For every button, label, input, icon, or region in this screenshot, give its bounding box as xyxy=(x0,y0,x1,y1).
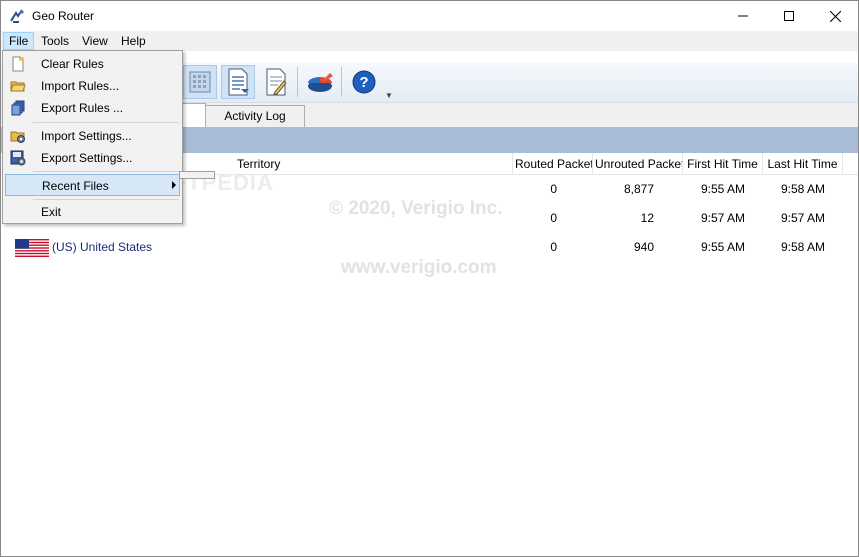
cell-last-hit-time: 9:57 AM xyxy=(780,211,826,225)
us-flag-icon xyxy=(15,238,49,257)
geo-router-app-icon xyxy=(10,9,24,23)
cell-routed-packet: 0 xyxy=(550,211,557,225)
tab-activity-log[interactable]: Activity Log xyxy=(205,105,305,127)
column-header-first-hit-time[interactable]: First Hit Time xyxy=(683,153,763,175)
toolbar-document-edit-button[interactable] xyxy=(259,65,293,99)
import-settings-icon xyxy=(10,131,25,143)
submenu-arrow-icon xyxy=(172,181,176,189)
menu-separator xyxy=(33,171,179,172)
menu-item-import-settings[interactable]: Import Settings... xyxy=(5,125,180,147)
menu-help[interactable]: Help xyxy=(115,33,152,51)
pie-chart-icon xyxy=(308,73,333,92)
menu-item-import-rules[interactable]: Import Rules... xyxy=(5,75,180,97)
toolbar-help-button[interactable]: ? xyxy=(347,65,381,99)
new-document-icon xyxy=(12,56,24,72)
menu-item-label: Export Rules ... xyxy=(41,101,124,115)
menu-item-recent-files[interactable]: Recent Files xyxy=(5,174,180,196)
open-folder-icon xyxy=(10,81,26,92)
menu-item-label: Clear Rules xyxy=(41,57,104,71)
column-header-last-hit-time[interactable]: Last Hit Time xyxy=(763,153,843,175)
menu-separator xyxy=(33,199,179,200)
menu-item-export-settings[interactable]: Export Settings... xyxy=(5,147,180,169)
menu-item-label: Recent Files xyxy=(42,179,109,193)
menu-bar: File Tools View Help xyxy=(1,31,858,51)
menu-item-label: Export Settings... xyxy=(41,151,133,165)
cell-unrouted-packet: 940 xyxy=(633,240,654,254)
menu-tools[interactable]: Tools xyxy=(35,33,75,51)
minimize-icon xyxy=(738,15,748,17)
menu-item-clear-rules[interactable]: Clear Rules xyxy=(5,53,180,75)
cell-first-hit-time: 9:55 AM xyxy=(700,240,746,254)
cell-unrouted-packet: 8,877 xyxy=(623,182,654,196)
cell-routed-packet: 0 xyxy=(550,240,557,254)
menu-item-label: Import Rules... xyxy=(41,79,120,93)
maximize-button[interactable] xyxy=(766,1,812,31)
cell-first-hit-time: 9:57 AM xyxy=(700,211,746,225)
close-button[interactable] xyxy=(812,1,858,31)
menu-item-exit[interactable]: Exit xyxy=(5,201,180,223)
menu-item-export-rules[interactable]: Export Rules ... xyxy=(5,97,180,119)
menu-separator xyxy=(33,122,179,123)
grid-view-icon xyxy=(189,71,211,93)
toolbar-overflow-chevron-icon[interactable]: ▼ xyxy=(385,91,393,100)
export-rules-icon xyxy=(11,100,25,116)
toolbar-grid-view-button[interactable] xyxy=(183,65,217,99)
document-list-icon xyxy=(228,68,249,96)
close-icon xyxy=(829,10,841,22)
help-icon: ? xyxy=(352,70,376,94)
window-title: Geo Router xyxy=(32,9,95,23)
menu-file[interactable]: File xyxy=(3,32,35,50)
territory-name: (US) United States xyxy=(52,240,153,254)
menu-item-label: Import Settings... xyxy=(41,129,132,143)
menu-view[interactable]: View xyxy=(76,33,114,51)
cell-last-hit-time: 9:58 AM xyxy=(780,240,826,254)
toolbar-document-list-button[interactable] xyxy=(221,65,255,99)
minimize-button[interactable] xyxy=(720,1,766,31)
column-header-unrouted-packet[interactable]: Unrouted Packet xyxy=(593,153,683,175)
document-edit-icon xyxy=(266,68,287,96)
cell-unrouted-packet: 12 xyxy=(640,211,654,225)
title-bar: Geo Router xyxy=(1,1,858,31)
app-window: Geo Router File Tools View Help ? ▼ Acti… xyxy=(0,0,859,557)
cell-routed-packet: 0 xyxy=(550,182,557,196)
recent-files-submenu xyxy=(179,171,215,179)
toolbar-separator xyxy=(297,67,298,97)
column-header-routed-packet[interactable]: Routed Packet xyxy=(513,153,593,175)
cell-territory: (US) United States xyxy=(15,233,495,262)
cell-first-hit-time: 9:55 AM xyxy=(700,182,746,196)
cell-last-hit-time: 9:58 AM xyxy=(780,182,826,196)
svg-text:?: ? xyxy=(359,74,368,91)
toolbar-separator xyxy=(341,67,342,97)
menu-item-label: Exit xyxy=(41,205,62,219)
table-row[interactable]: (US) United States 0 940 9:55 AM 9:58 AM xyxy=(1,233,858,262)
toolbar-statistics-button[interactable] xyxy=(303,65,337,99)
maximize-icon xyxy=(784,11,794,21)
export-settings-icon xyxy=(10,150,26,166)
file-dropdown-menu: Clear Rules Import Rules... Export Rules… xyxy=(2,50,183,224)
